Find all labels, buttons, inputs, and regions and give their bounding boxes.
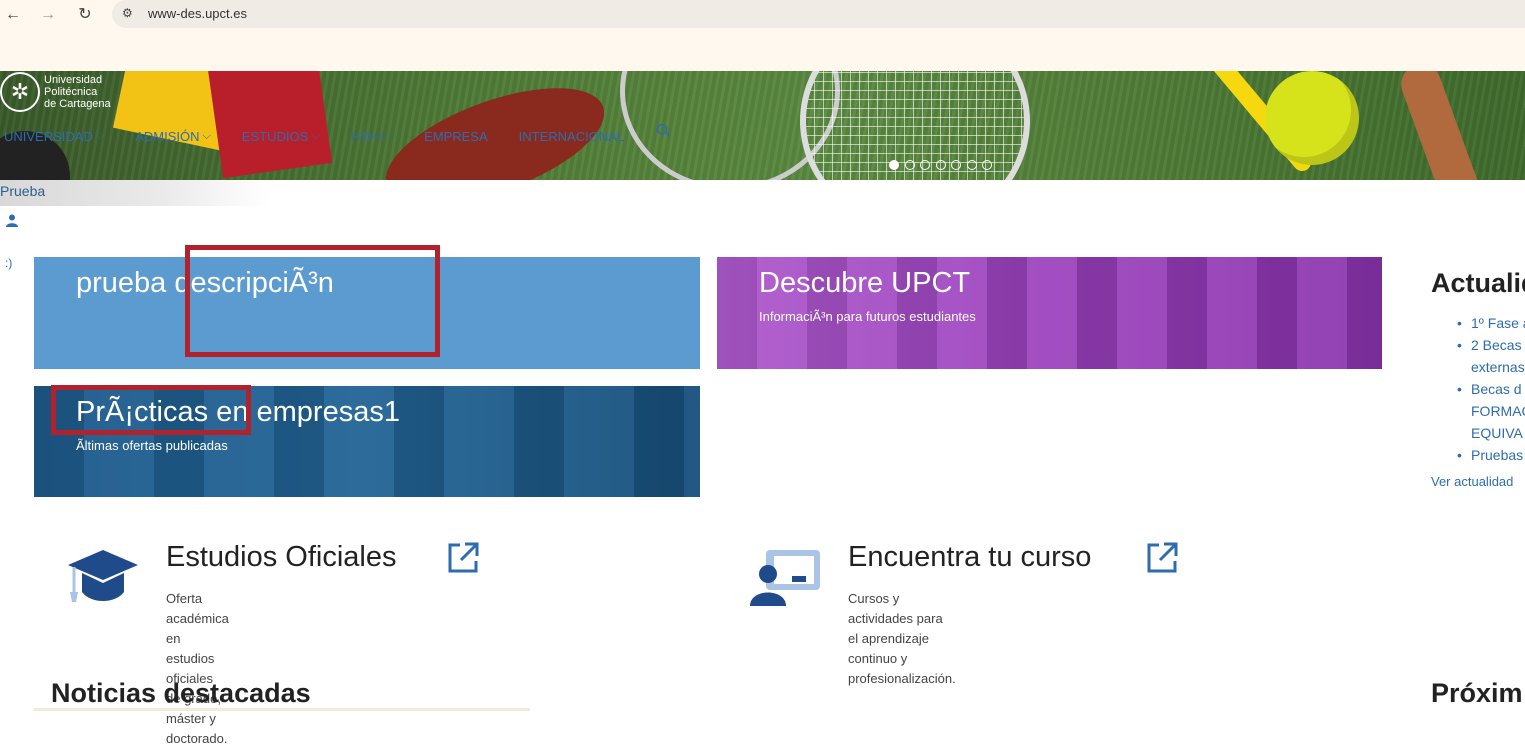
logo-line-2: Politécnica [44, 86, 98, 98]
chevron-down-icon: ⌵ [95, 130, 105, 142]
annotation-box [51, 385, 251, 435]
annotation-box [185, 245, 440, 357]
back-icon[interactable]: ← [2, 4, 24, 26]
carousel-dot[interactable] [966, 160, 977, 170]
nav-item-admision[interactable]: ADMISIÓN ⌵ [135, 129, 211, 144]
list-item-label: externas [1471, 359, 1525, 375]
list-item[interactable]: • 2 Becas [1457, 334, 1525, 356]
graduation-cap-icon [68, 550, 138, 602]
list-item-label: Becas d [1471, 381, 1522, 397]
nav-item-empresa[interactable]: EMPRESA [424, 129, 488, 144]
list-item[interactable]: FORMAC [1457, 400, 1525, 422]
reload-icon[interactable]: ↻ [74, 4, 96, 26]
feature-title: Estudios Oficiales [166, 541, 397, 573]
nav-item-idi[interactable]: I+D+i ⌵ [351, 129, 393, 144]
noticias-heading: Noticias destacadas [51, 678, 311, 708]
ver-actualidad-link[interactable]: Ver actualidad [1431, 474, 1513, 489]
carousel-dot[interactable] [920, 160, 930, 170]
list-item[interactable]: • 1º Fase a [1457, 312, 1525, 334]
logo-line-3: de Cartagena [44, 98, 111, 110]
forward-icon[interactable]: → [37, 4, 59, 26]
search-icon[interactable] [656, 123, 672, 139]
list-item-label: 2 Becas [1471, 337, 1522, 353]
upct-logo-icon: ✲ [0, 72, 40, 112]
nav-label: UNIVERSIDAD [4, 129, 93, 144]
nav-label: I+D+i [350, 129, 382, 144]
list-item-label: Pruebas [1471, 447, 1524, 463]
feature-desc-line: Cursos y actividades para el aprendizaje… [848, 591, 943, 666]
actualidad-heading: Actualidad [1431, 268, 1525, 298]
user-icon[interactable] [6, 214, 18, 230]
breadcrumb[interactable]: Prueba [0, 183, 45, 199]
nav-label: ADMISIÓN [135, 129, 200, 144]
nav-label: EMPRESA [424, 129, 488, 144]
list-item[interactable]: • Pruebas [1457, 444, 1525, 466]
feature-description: Oferta académica en estudios oficiales d… [166, 589, 229, 749]
chevron-down-icon: ⌵ [384, 130, 394, 142]
nav-item-universidad[interactable]: UNIVERSIDAD ⌵ [4, 129, 104, 144]
feature-description: Cursos y actividades para el aprendizaje… [848, 589, 956, 689]
carousel-dot[interactable] [951, 160, 961, 170]
list-item[interactable]: • Becas d [1457, 378, 1525, 400]
carousel-dot[interactable] [935, 160, 946, 170]
hero-banner [0, 71, 1525, 180]
site-logo[interactable]: ✲ Universidad Politécnica de Cartagena [0, 72, 111, 112]
logo-line-1: Universidad [44, 74, 103, 86]
external-link-icon[interactable] [1145, 541, 1179, 575]
carousel-dot[interactable] [904, 160, 915, 170]
promo-card-descubre[interactable]: Descubre UPCT InformaciÃ³n para futuros … [717, 257, 1382, 369]
list-item[interactable]: EQUIVA [1457, 422, 1525, 444]
proximos-heading: Próxim [1431, 678, 1523, 708]
smiley-text: :) [5, 256, 13, 270]
list-item-label: 1º Fase a [1471, 315, 1525, 331]
feature-desc-line: profesionalización. [848, 671, 956, 686]
card-title: Descubre UPCT [759, 267, 971, 299]
carousel-dot[interactable] [889, 160, 899, 170]
list-item-label: EQUIVA [1471, 425, 1523, 441]
main-navigation: UNIVERSIDAD ⌵ ADMISIÓN ⌵ ESTUDIOS ⌵ I+D+… [4, 129, 654, 144]
list-item[interactable]: externas [1457, 356, 1525, 378]
section-divider [34, 708, 530, 711]
tennis-ball-shape [1265, 71, 1359, 165]
url-text: www-des.upct.es [148, 6, 247, 21]
carousel-indicators [889, 160, 998, 170]
feature-title: Encuentra tu curso [848, 541, 1092, 573]
feature-desc-line: máster y doctorado. [166, 711, 228, 746]
nav-label: ESTUDIOS [241, 129, 309, 144]
actualidad-list: • 1º Fase a • 2 Becas externas • Becas d FO… [1457, 312, 1525, 466]
browser-toolbar: ← → ↻ ⚙ www-des.upct.es [0, 0, 1525, 30]
external-link-icon[interactable] [446, 541, 480, 575]
red-card-shape [207, 71, 333, 179]
carousel-dot[interactable] [982, 160, 992, 170]
chevron-down-icon: ⌵ [311, 130, 320, 142]
bookmarks-bar [0, 30, 1525, 71]
nav-label: INTERNACIONAL [518, 129, 625, 144]
card-subtitle: InformaciÃ³n para futuros estudiantes [759, 309, 976, 324]
logo-text: Universidad Politécnica de Cartagena [44, 74, 111, 110]
site-settings-icon[interactable]: ⚙ [122, 6, 133, 20]
teacher-board-icon [750, 550, 820, 606]
chevron-down-icon: ⌵ [202, 130, 211, 142]
address-bar[interactable]: ⚙ www-des.upct.es [112, 0, 1525, 28]
nav-item-estudios[interactable]: ESTUDIOS ⌵ [242, 129, 320, 144]
nav-item-internacional[interactable]: INTERNACIONAL [519, 129, 624, 144]
list-item-label: FORMAC [1471, 403, 1525, 419]
card-subtitle: Ãltimas ofertas publicadas [76, 438, 228, 453]
